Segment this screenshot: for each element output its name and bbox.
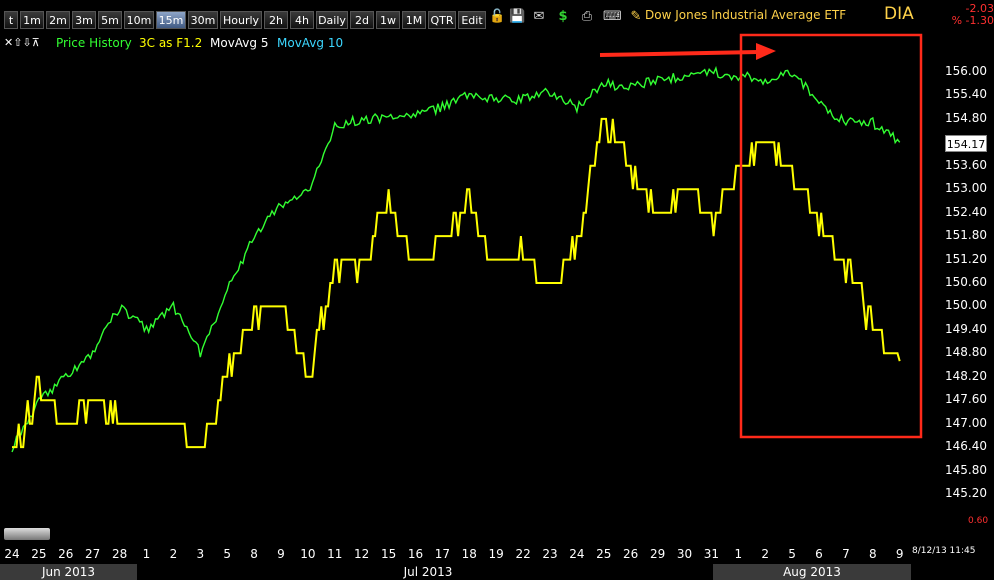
y-tick-label: 146.40 bbox=[945, 439, 987, 454]
last-price-badge: 154.17 bbox=[945, 135, 987, 152]
price-chart[interactable] bbox=[0, 0, 994, 580]
y-tick-label: 153.60 bbox=[945, 157, 987, 172]
series-line-3c bbox=[12, 117, 901, 449]
y-tick-label: 145.80 bbox=[945, 462, 987, 477]
x-tick-label: 27 bbox=[85, 547, 101, 561]
x-tick-label: 8 bbox=[250, 547, 258, 561]
x-tick-label: 18 bbox=[461, 547, 477, 561]
month-label: Jul 2013 bbox=[403, 565, 453, 579]
x-tick-label: 5 bbox=[788, 547, 796, 561]
month-label: Aug 2013 bbox=[713, 564, 911, 580]
y-tick-label: 148.80 bbox=[945, 345, 987, 360]
x-tick-label: 6 bbox=[815, 547, 823, 561]
x-tick-label: 8 bbox=[868, 547, 877, 561]
x-tick-label: 2 bbox=[761, 547, 769, 561]
x-tick-label: 10 bbox=[300, 547, 316, 561]
x-tick-label: 2 bbox=[169, 547, 178, 561]
x-tick-label: 16 bbox=[407, 547, 424, 561]
x-tick-label: 1 bbox=[734, 547, 743, 561]
x-tick-label: 29 bbox=[649, 547, 666, 561]
x-tick-label: 11 bbox=[327, 547, 343, 561]
x-tick-label: 19 bbox=[488, 547, 504, 561]
y-tick-label: 147.60 bbox=[945, 392, 987, 407]
y-tick-label: 151.80 bbox=[945, 228, 987, 243]
x-tick-label: 23 bbox=[542, 547, 558, 561]
y-tick-label: 155.40 bbox=[945, 87, 987, 102]
x-tick-label: 30 bbox=[676, 547, 693, 561]
x-tick-label: 24 bbox=[4, 547, 20, 561]
y-tick-label: 145.20 bbox=[945, 486, 987, 500]
timestamp: 8/12/13 11:45 bbox=[912, 546, 976, 556]
y-tick-label: 150.00 bbox=[945, 298, 987, 313]
x-tick-label: 24 bbox=[569, 547, 585, 561]
x-tick-label: 3 bbox=[196, 547, 205, 561]
y-tick-label: 147.00 bbox=[945, 415, 987, 430]
sub-panel-value: 0.60 bbox=[968, 516, 989, 526]
x-tick-label: 25 bbox=[31, 547, 47, 561]
y-tick-label: 154.80 bbox=[945, 110, 987, 125]
x-tick-label: 25 bbox=[596, 547, 612, 561]
x-tick-label: 31 bbox=[703, 547, 720, 561]
month-label: Jun 2013 bbox=[0, 564, 137, 580]
y-tick-label: 150.60 bbox=[945, 275, 987, 289]
annotation-arrow-head bbox=[756, 43, 776, 60]
y-tick-label: 152.40 bbox=[945, 204, 987, 219]
y-tick-label: 148.20 bbox=[945, 368, 987, 383]
x-tick-label: 9 bbox=[277, 547, 285, 561]
x-tick-label: 15 bbox=[380, 547, 397, 561]
x-tick-label: 26 bbox=[58, 547, 74, 561]
x-tick-label: 12 bbox=[354, 547, 370, 561]
y-tick-label: 153.00 bbox=[945, 181, 987, 196]
scrollbar-thumb[interactable] bbox=[4, 528, 50, 540]
x-tick-label: 28 bbox=[111, 547, 128, 561]
x-tick-label: 9 bbox=[895, 547, 904, 561]
y-tick-label: 149.40 bbox=[945, 321, 987, 336]
series-line-price bbox=[11, 65, 901, 453]
annotation-arrow-line bbox=[599, 50, 759, 57]
x-tick-label: 26 bbox=[623, 547, 639, 561]
x-tick-label: 17 bbox=[434, 547, 451, 561]
x-tick-label: 22 bbox=[515, 547, 531, 561]
x-tick-label: 5 bbox=[223, 547, 231, 561]
y-tick-label: 151.20 bbox=[945, 251, 987, 266]
x-tick-label: 7 bbox=[842, 547, 850, 561]
y-tick-label: 156.00 bbox=[945, 64, 987, 78]
x-tick-label: 1 bbox=[142, 547, 151, 561]
